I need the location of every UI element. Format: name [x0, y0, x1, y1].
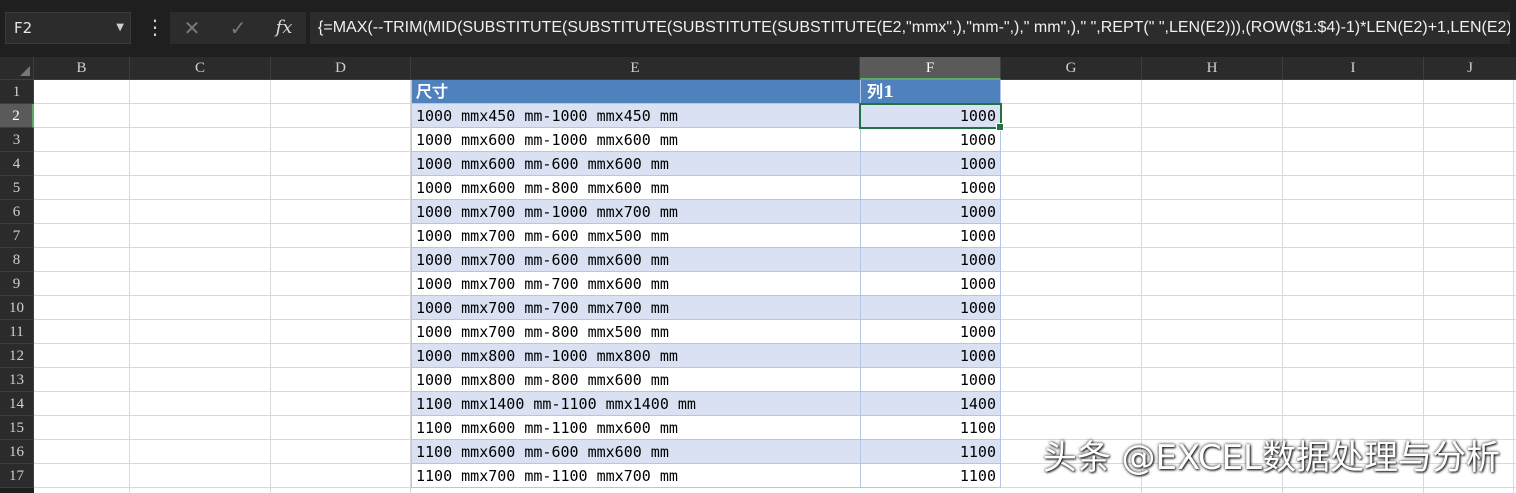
- table-cell-col1[interactable]: 1000: [860, 224, 1001, 248]
- row-header-16[interactable]: 16: [0, 440, 34, 464]
- more-options-icon[interactable]: ⋮: [145, 12, 165, 44]
- check-icon[interactable]: ✓: [218, 12, 258, 44]
- active-cell-border: [859, 103, 1004, 131]
- table-cell-size[interactable]: 1000 mmx600 mm-1000 mmx600 mm: [411, 128, 860, 152]
- table-cell-size[interactable]: 1100 mmx1400 mm-1100 mmx1400 mm: [411, 392, 860, 416]
- table-cell-col1[interactable]: 1000: [860, 176, 1001, 200]
- table-cell-size[interactable]: 1000 mmx700 mm-1000 mmx700 mm: [411, 200, 860, 224]
- row-header-9[interactable]: 9: [0, 272, 34, 296]
- column-header-d[interactable]: D: [271, 57, 411, 80]
- table-cell-size[interactable]: 1000 mmx600 mm-600 mmx600 mm: [411, 152, 860, 176]
- gridline: [1513, 80, 1514, 493]
- table-cell-col1[interactable]: 1000: [860, 152, 1001, 176]
- table-cell-size[interactable]: 1100 mmx600 mm-600 mmx600 mm: [411, 440, 860, 464]
- table-header-col1[interactable]: 列1: [860, 80, 1001, 104]
- table-cell-col1[interactable]: 1000: [860, 248, 1001, 272]
- table-cell-size[interactable]: 1000 mmx450 mm-1000 mmx450 mm: [411, 104, 860, 128]
- row-header-6[interactable]: 6: [0, 200, 34, 224]
- table-cell-size[interactable]: 1000 mmx700 mm-800 mmx500 mm: [411, 320, 860, 344]
- row-header-8[interactable]: 8: [0, 248, 34, 272]
- table-cell-size[interactable]: 1100 mmx600 mm-1100 mmx600 mm: [411, 416, 860, 440]
- column-header-c[interactable]: C: [130, 57, 271, 80]
- row-header-12[interactable]: 12: [0, 344, 34, 368]
- table-cell-size[interactable]: 1000 mmx600 mm-800 mmx600 mm: [411, 176, 860, 200]
- table-cell-col1[interactable]: 1000: [860, 272, 1001, 296]
- name-box-value: F2: [14, 19, 33, 37]
- column-header-e[interactable]: E: [411, 57, 860, 80]
- table-cell-size[interactable]: 1000 mmx700 mm-700 mmx600 mm: [411, 272, 860, 296]
- column-header-i[interactable]: I: [1283, 57, 1424, 80]
- column-header-g[interactable]: G: [1001, 57, 1142, 80]
- table-cell-col1[interactable]: 1000: [860, 128, 1001, 152]
- table-cell-size[interactable]: 1100 mmx700 mm-1100 mmx700 mm: [411, 464, 860, 488]
- table-cell-col1[interactable]: 1000: [860, 368, 1001, 392]
- column-header-j[interactable]: J: [1424, 57, 1516, 80]
- table-cell-col1[interactable]: 1000: [860, 200, 1001, 224]
- watermark: 头条 @EXCEL数据处理与分析: [1042, 438, 1500, 478]
- gridline: [129, 80, 130, 493]
- table-cell-col1[interactable]: 1100: [860, 416, 1001, 440]
- row-header-3[interactable]: 3: [0, 128, 34, 152]
- row-header-1[interactable]: 1: [0, 80, 34, 104]
- table-cell-col1[interactable]: 1000: [860, 296, 1001, 320]
- column-header-h[interactable]: H: [1142, 57, 1283, 80]
- table-cell-col1[interactable]: 1000: [860, 320, 1001, 344]
- row-header-4[interactable]: 4: [0, 152, 34, 176]
- select-all-corner[interactable]: [0, 57, 34, 80]
- chevron-down-icon[interactable]: ▼: [116, 13, 124, 43]
- table-cell-size[interactable]: 1000 mmx800 mm-800 mmx600 mm: [411, 368, 860, 392]
- table-cell-size[interactable]: 1000 mmx700 mm-600 mmx600 mm: [411, 248, 860, 272]
- insert-function-icon[interactable]: fx: [264, 12, 304, 44]
- row-header-15[interactable]: 15: [0, 416, 34, 440]
- table-cell-col1[interactable]: 1100: [860, 464, 1001, 488]
- row-header-7[interactable]: 7: [0, 224, 34, 248]
- close-icon[interactable]: ✕: [172, 12, 212, 44]
- table-cell-size[interactable]: 1000 mmx700 mm-700 mmx700 mm: [411, 296, 860, 320]
- table-header-size[interactable]: 尺寸: [411, 80, 860, 104]
- row-header-14[interactable]: 14: [0, 392, 34, 416]
- table-cell-size[interactable]: 1000 mmx800 mm-1000 mmx800 mm: [411, 344, 860, 368]
- row-header-13[interactable]: 13: [0, 368, 34, 392]
- table-cell-col1[interactable]: 1400: [860, 392, 1001, 416]
- row-header-2[interactable]: 2: [0, 104, 34, 128]
- name-box[interactable]: F2 ▼: [5, 12, 131, 44]
- gridline: [270, 80, 271, 493]
- formula-input[interactable]: {=MAX(--TRIM(MID(SUBSTITUTE(SUBSTITUTE(S…: [310, 12, 1510, 44]
- column-header-f[interactable]: F: [860, 57, 1001, 80]
- formula-bar: F2 ▼ ⋮ ✕ ✓ fx {=MAX(--TRIM(MID(SUBSTITUT…: [0, 0, 1516, 57]
- row-header-17[interactable]: 17: [0, 464, 34, 488]
- table-cell-col1[interactable]: 1000: [860, 344, 1001, 368]
- table-cell-size[interactable]: 1000 mmx700 mm-600 mmx500 mm: [411, 224, 860, 248]
- row-header-10[interactable]: 10: [0, 296, 34, 320]
- column-header-b[interactable]: B: [34, 57, 130, 80]
- row-header-11[interactable]: 11: [0, 320, 34, 344]
- row-header-5[interactable]: 5: [0, 176, 34, 200]
- formula-buttons: ✕ ✓ fx: [170, 12, 306, 44]
- table-cell-col1[interactable]: 1100: [860, 440, 1001, 464]
